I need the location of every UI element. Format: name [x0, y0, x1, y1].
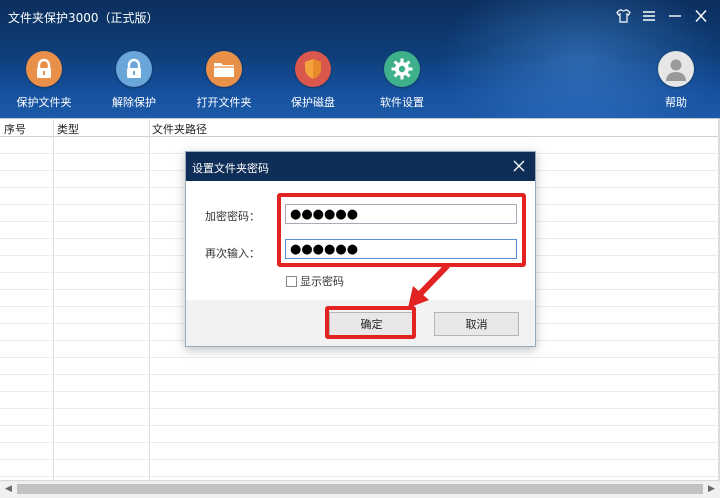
show-password-checkbox[interactable]: 显示密码: [286, 273, 344, 289]
set-password-dialog: 设置文件夹密码 加密密码： ●●●●●● 再次输入： ●●●●●● 显示密码 确…: [185, 151, 536, 347]
protect-disk-label: 保护磁盘: [291, 96, 335, 109]
unlock-icon: [116, 51, 152, 87]
dialog-title: 设置文件夹密码: [192, 162, 269, 175]
open-folder-button[interactable]: 打开文件夹: [184, 51, 264, 110]
password-input[interactable]: ●●●●●●: [285, 204, 517, 224]
software-settings-button[interactable]: 软件设置: [362, 51, 442, 110]
minimize-icon[interactable]: [666, 6, 684, 26]
open-folder-label: 打开文件夹: [196, 96, 252, 109]
column-divider: [53, 119, 54, 481]
folder-icon: [206, 51, 242, 87]
row-divider: [0, 442, 718, 443]
table-header: 序号 类型 文件夹路径: [0, 119, 718, 137]
unprotect-button[interactable]: 解除保护: [94, 51, 174, 110]
app-title: 文件夹保护3000（正式版）: [8, 11, 159, 25]
password-label: 加密密码：: [205, 210, 260, 223]
row-divider: [0, 459, 718, 460]
window-controls: [614, 6, 710, 26]
menu-icon[interactable]: [640, 6, 658, 26]
protect-folder-button[interactable]: 保护文件夹: [4, 51, 84, 110]
column-header-index[interactable]: 序号: [4, 121, 26, 137]
dialog-close-icon[interactable]: [511, 158, 527, 174]
row-divider: [0, 408, 718, 409]
confirm-password-input[interactable]: ●●●●●●: [285, 239, 517, 259]
help-button[interactable]: 帮助: [636, 51, 716, 110]
scrollbar-thumb[interactable]: [17, 484, 703, 494]
dialog-titlebar: 设置文件夹密码: [186, 152, 535, 181]
user-icon: [658, 51, 694, 87]
column-header-path[interactable]: 文件夹路径: [152, 121, 207, 137]
row-divider: [0, 391, 718, 392]
checkbox-box[interactable]: [286, 275, 297, 287]
show-password-label: 显示密码: [300, 275, 344, 288]
confirm-password-label: 再次输入：: [205, 247, 260, 260]
software-settings-label: 软件设置: [380, 96, 424, 109]
row-divider: [0, 357, 718, 358]
protect-folder-label: 保护文件夹: [16, 96, 72, 109]
help-label: 帮助: [665, 96, 687, 109]
unprotect-label: 解除保护: [112, 96, 156, 109]
close-icon[interactable]: [692, 6, 710, 26]
column-header-type[interactable]: 类型: [57, 121, 79, 137]
scroll-left-icon[interactable]: ◀: [1, 482, 16, 497]
row-divider: [0, 374, 718, 375]
horizontal-scrollbar[interactable]: ◀ ▶: [0, 480, 720, 498]
row-divider: [0, 476, 718, 477]
gear-icon: [384, 51, 420, 87]
header-toolbar: 文件夹保护3000（正式版） 保护文件夹 解除保护 打开文件夹 保护磁盘 软件设…: [0, 0, 720, 118]
shield-icon: [295, 51, 331, 87]
protect-disk-button[interactable]: 保护磁盘: [273, 51, 353, 110]
scroll-right-icon[interactable]: ▶: [704, 482, 719, 497]
column-divider: [149, 119, 150, 481]
row-divider: [0, 425, 718, 426]
annotation-arrow-icon: [408, 263, 450, 308]
lock-icon: [26, 51, 62, 87]
shirt-icon[interactable]: [614, 6, 632, 26]
cancel-button[interactable]: 取消: [434, 312, 519, 336]
ok-button[interactable]: 确定: [329, 312, 414, 336]
